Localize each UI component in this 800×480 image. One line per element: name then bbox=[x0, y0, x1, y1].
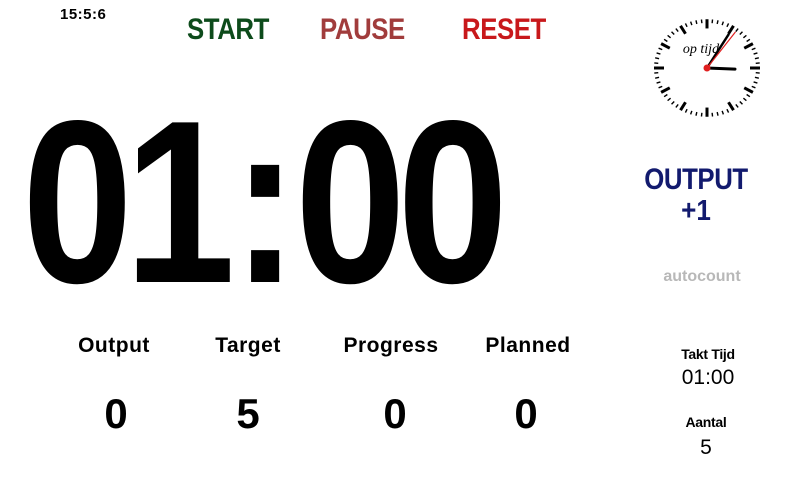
stat-label-output: Output bbox=[78, 334, 150, 357]
takt-tijd-label: Takt Tijd bbox=[681, 346, 735, 362]
clock-minute-tick bbox=[746, 93, 751, 98]
clock-minute-tick bbox=[667, 97, 672, 102]
clock-minute-tick bbox=[695, 20, 698, 25]
clock-minute-tick bbox=[721, 21, 725, 26]
clock-minute-tick bbox=[735, 104, 739, 108]
clock-minute-tick bbox=[751, 47, 756, 51]
takt-tijd-value: 01:00 bbox=[681, 366, 735, 389]
clock-minute-tick bbox=[726, 108, 730, 113]
countdown-timer: 01:00 bbox=[22, 87, 521, 319]
aantal-label: Aantal bbox=[685, 414, 727, 430]
clock-minute-tick bbox=[656, 52, 661, 55]
clock-minute-tick bbox=[684, 108, 688, 113]
aantal-value: 5 bbox=[700, 436, 712, 459]
clock-minute-tick bbox=[671, 31, 675, 35]
clock-hour-tick bbox=[679, 101, 687, 112]
reset-button[interactable]: RESET bbox=[462, 12, 546, 48]
clock-minute-tick bbox=[753, 81, 758, 84]
clock-minute-tick bbox=[684, 23, 688, 28]
clock-minute-tick bbox=[735, 28, 739, 32]
clock-minute-tick bbox=[663, 38, 668, 43]
output-plus-one-button[interactable]: OUTPUT +1 bbox=[630, 163, 762, 227]
stat-label-planned: Planned bbox=[485, 334, 571, 357]
clock-minute-tick bbox=[689, 110, 693, 115]
clock-minute-tick bbox=[754, 76, 759, 79]
clock-minute-tick bbox=[742, 97, 747, 102]
stat-value-planned: 0 bbox=[514, 390, 538, 437]
clock-minute-tick bbox=[716, 20, 719, 25]
clock-minute-tick bbox=[671, 101, 675, 105]
clock-hour-tick bbox=[727, 24, 735, 35]
clock-hour-tick bbox=[679, 24, 687, 35]
clock-minute-tick bbox=[746, 38, 751, 43]
clock-hour-tick bbox=[743, 86, 754, 94]
stat-label-target: Target bbox=[215, 334, 281, 357]
clock-hour-hand bbox=[705, 66, 737, 71]
stat-value-progress: 0 bbox=[383, 390, 407, 437]
clock-hour-tick bbox=[660, 42, 671, 50]
clock-minute-tick bbox=[695, 111, 698, 116]
clock-minute-tick bbox=[658, 85, 663, 89]
clock-minute-tick bbox=[751, 85, 756, 89]
clock-minute-tick bbox=[663, 93, 668, 98]
clock-minute-tick bbox=[689, 21, 693, 26]
stat-value-target: 5 bbox=[236, 390, 260, 437]
clock-hour-tick bbox=[660, 86, 671, 94]
analog-clock: op tijd bbox=[654, 19, 760, 117]
clock-hour-tick bbox=[743, 42, 754, 50]
current-time-readout: 15:5:6 bbox=[60, 6, 107, 23]
clock-minute-tick bbox=[656, 81, 661, 84]
start-button[interactable]: START bbox=[187, 12, 269, 48]
stat-value-output: 0 bbox=[104, 390, 128, 437]
clock-minute-tick bbox=[721, 110, 725, 115]
clock-minute-tick bbox=[655, 57, 660, 60]
clock-minute-tick bbox=[667, 34, 672, 39]
clock-minute-tick bbox=[726, 23, 730, 28]
clock-minute-tick bbox=[675, 104, 679, 108]
clock-minute-tick bbox=[655, 76, 660, 79]
clock-minute-tick bbox=[754, 57, 759, 60]
pause-button[interactable]: PAUSE bbox=[320, 12, 405, 48]
output-button-increment: +1 bbox=[681, 195, 711, 227]
timer-minutes: 01 bbox=[22, 73, 235, 332]
clock-minute-tick bbox=[716, 111, 719, 116]
output-button-title: OUTPUT bbox=[644, 163, 748, 196]
clock-minute-tick bbox=[742, 34, 747, 39]
clock-minute-tick bbox=[739, 31, 743, 35]
clock-hour-tick bbox=[727, 101, 735, 112]
clock-minute-tick bbox=[658, 47, 663, 51]
autocount-toggle[interactable]: autocount bbox=[640, 268, 764, 286]
clock-center-pin bbox=[703, 64, 711, 72]
timer-seconds: 00 bbox=[294, 73, 508, 332]
stat-label-progress: Progress bbox=[343, 334, 439, 357]
clock-minute-tick bbox=[675, 28, 679, 32]
clock-minute-tick bbox=[739, 101, 743, 105]
clock-minute-tick bbox=[753, 52, 758, 55]
timer-separator: : bbox=[231, 73, 298, 332]
